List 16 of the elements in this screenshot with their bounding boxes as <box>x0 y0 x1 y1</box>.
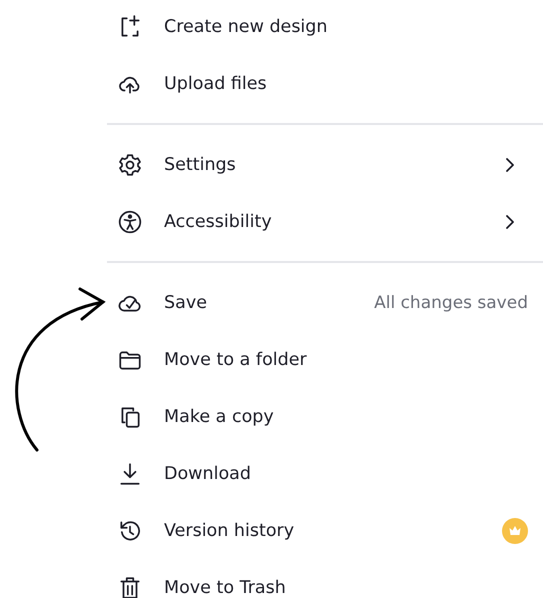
menu-item[interactable]: Download <box>164 464 251 484</box>
crown-badge-icon <box>502 518 528 544</box>
settings-icon <box>117 152 143 178</box>
menu-item[interactable]: Move to Trash <box>164 578 286 598</box>
menu-item[interactable]: Move to a folder <box>164 350 307 370</box>
menu-item[interactable]: Upload files <box>164 74 267 94</box>
accessibility-icon <box>117 208 143 234</box>
chevron-right-icon <box>505 214 515 230</box>
chevron-right-icon <box>505 156 515 172</box>
menu-item[interactable]: Accessibility <box>164 212 272 232</box>
menu-item[interactable]: Version history <box>164 520 294 540</box>
menu-item[interactable]: Create new design <box>164 16 328 36</box>
menu-item[interactable]: Settings <box>164 154 236 174</box>
save-status: All changes saved <box>374 292 528 312</box>
menu-item[interactable]: Make a copy <box>164 406 274 426</box>
menu-item[interactable]: Save <box>164 292 207 312</box>
